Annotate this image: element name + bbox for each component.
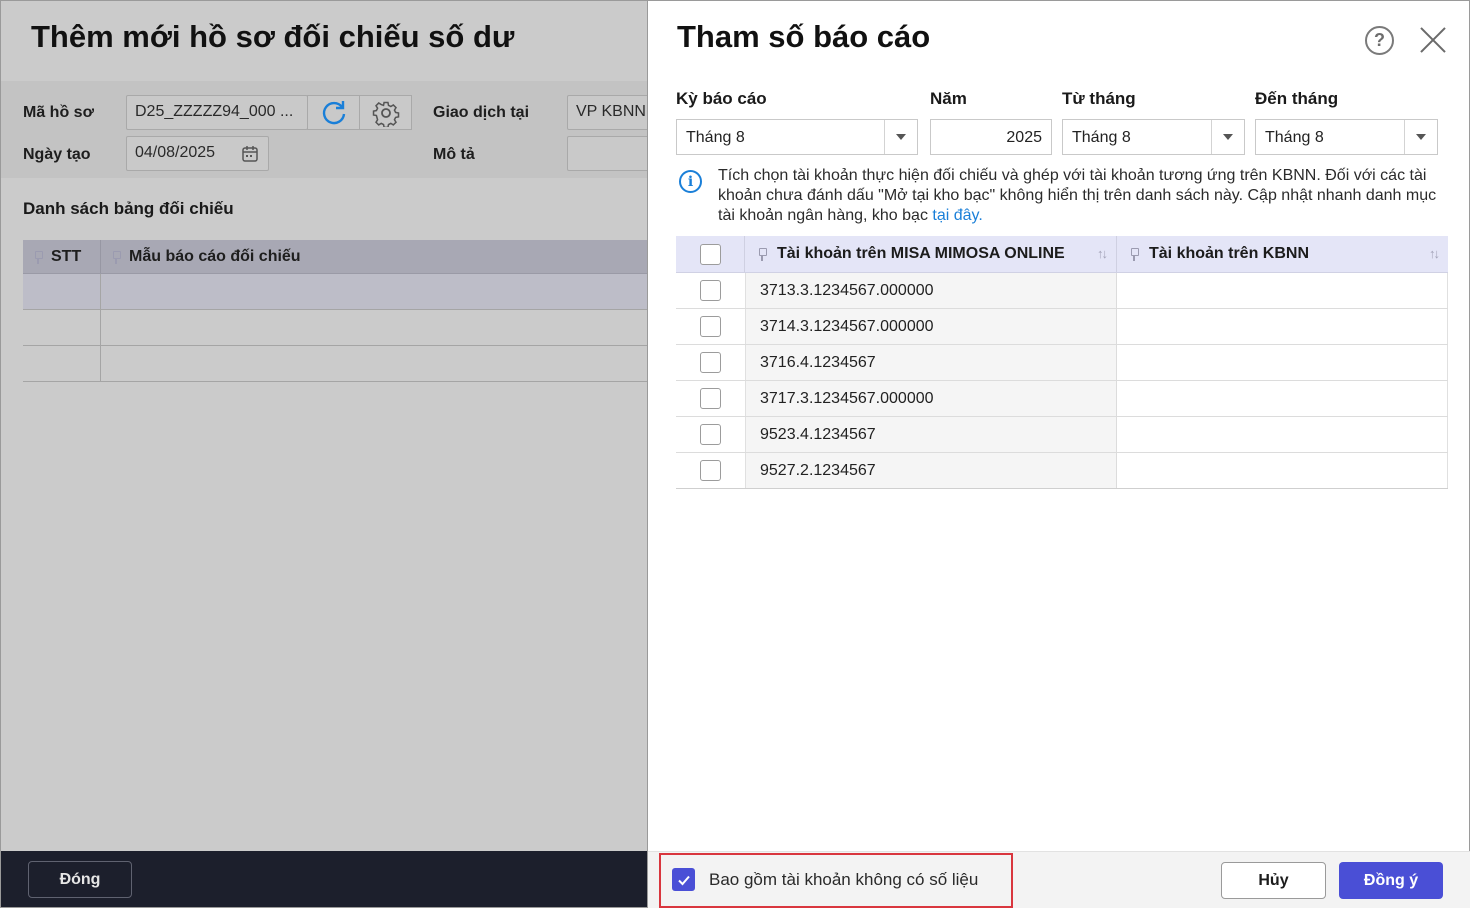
row-checkbox[interactable]: [700, 280, 721, 301]
ky-bao-cao-select[interactable]: Tháng 8: [676, 119, 918, 155]
check-icon: [677, 875, 690, 885]
ngay-tao-label: Ngày tạo: [23, 146, 91, 163]
kbnn-account-cell[interactable]: [1117, 381, 1448, 416]
column-label: Mẫu báo cáo đối chiếu: [129, 247, 301, 265]
drawer-footer: Bao gồm tài khoản không có số liệu Hủy Đ…: [648, 851, 1470, 908]
settings-button[interactable]: [359, 95, 412, 130]
nam-label: Năm: [930, 89, 967, 108]
grid-header: Tài khoản trên MISA MIMOSA ONLINE ↑↓ Tài…: [676, 236, 1448, 273]
gear-icon: [372, 101, 399, 127]
row-checkbox[interactable]: [700, 388, 721, 409]
table-row[interactable]: 3717.3.1234567.000000: [676, 381, 1448, 417]
drawer-title: Tham số báo cáo: [677, 19, 931, 54]
tu-thang-label: Từ tháng: [1062, 89, 1136, 108]
den-thang-select[interactable]: Tháng 8: [1255, 119, 1438, 155]
column-label: Tài khoản trên KBNN: [1149, 245, 1310, 262]
chevron-down-icon[interactable]: [1404, 120, 1437, 154]
kbnn-account-cell[interactable]: [1117, 345, 1448, 380]
pin-icon: [1129, 247, 1139, 261]
pin-icon: [33, 250, 43, 264]
page-title: Thêm mới hồ sơ đối chiếu số dư: [31, 19, 515, 54]
row-checkbox[interactable]: [700, 316, 721, 337]
close-icon[interactable]: [1419, 26, 1447, 54]
table-row[interactable]: 3713.3.1234567.000000: [676, 273, 1448, 309]
table-row[interactable]: 9523.4.1234567: [676, 417, 1448, 453]
section-title: Danh sách bảng đối chiếu: [23, 199, 234, 218]
confirm-button[interactable]: Đồng ý: [1339, 862, 1443, 899]
background-form: Thêm mới hồ sơ đối chiếu số dư Mã hồ sơ …: [0, 0, 648, 908]
tu-thang-select[interactable]: Tháng 8: [1062, 119, 1245, 155]
help-icon[interactable]: ?: [1365, 26, 1394, 55]
ky-bao-cao-value: Tháng 8: [686, 129, 745, 146]
misa-account-cell: 3717.3.1234567.000000: [745, 381, 1117, 416]
den-thang-label: Đến tháng: [1255, 89, 1339, 108]
misa-account-cell: 3714.3.1234567.000000: [745, 309, 1117, 344]
row-checkbox[interactable]: [700, 460, 721, 481]
row-checkbox[interactable]: [700, 352, 721, 373]
sort-icon[interactable]: ↑↓: [1429, 246, 1440, 261]
refresh-button[interactable]: [307, 95, 360, 130]
table-row[interactable]: 3714.3.1234567.000000: [676, 309, 1448, 345]
misa-account-cell: 3716.4.1234567: [745, 345, 1117, 380]
column-header-stt[interactable]: STT: [23, 240, 101, 273]
report-parameters-drawer: Tham số báo cáo ? Kỳ báo cáo Tháng 8 Năm…: [648, 0, 1470, 908]
refresh-icon: [322, 100, 345, 124]
select-all-cell: [676, 236, 745, 272]
ma-ho-so-label: Mã hồ sơ: [23, 104, 94, 121]
table-row[interactable]: [23, 274, 647, 310]
column-header-misa[interactable]: Tài khoản trên MISA MIMOSA ONLINE ↑↓: [745, 236, 1117, 272]
misa-account-cell: 9527.2.1234567: [745, 453, 1117, 488]
giao-dich-label: Giao dịch tại: [433, 104, 530, 121]
kbnn-account-cell[interactable]: [1117, 309, 1448, 344]
column-label: Tài khoản trên MISA MIMOSA ONLINE: [777, 245, 1065, 262]
kbnn-account-cell[interactable]: [1117, 417, 1448, 452]
info-text: Tích chọn tài khoản thực hiện đối chiếu …: [718, 167, 1437, 224]
update-link[interactable]: tại đây.: [932, 207, 982, 224]
chevron-down-icon[interactable]: [884, 120, 917, 154]
pin-icon: [111, 250, 121, 264]
table-row[interactable]: [23, 310, 647, 346]
sort-icon[interactable]: ↑↓: [1097, 246, 1108, 261]
ngay-tao-value: 04/08/2025: [135, 144, 216, 161]
include-empty-accounts-label[interactable]: Bao gồm tài khoản không có số liệu: [709, 870, 978, 890]
mo-ta-input[interactable]: [567, 136, 647, 171]
chevron-down-icon[interactable]: [1211, 120, 1244, 154]
tu-thang-value: Tháng 8: [1072, 129, 1131, 146]
account-grid: Tài khoản trên MISA MIMOSA ONLINE ↑↓ Tài…: [676, 236, 1448, 489]
calendar-icon[interactable]: [241, 145, 259, 163]
nam-input[interactable]: 2025: [930, 119, 1052, 155]
ky-bao-cao-label: Kỳ báo cáo: [676, 89, 767, 108]
table-row[interactable]: 3716.4.1234567: [676, 345, 1448, 381]
cancel-button[interactable]: Hủy: [1221, 862, 1326, 899]
giao-dich-input[interactable]: VP KBNN: [567, 95, 647, 130]
info-message: Tích chọn tài khoản thực hiện đối chiếu …: [718, 166, 1448, 226]
comparison-table: STT Mẫu báo cáo đối chiếu: [23, 240, 647, 382]
include-empty-accounts-checkbox[interactable]: [672, 868, 695, 891]
ma-ho-so-input[interactable]: D25_ZZZZZ94_000 ...: [126, 95, 308, 130]
den-thang-value: Tháng 8: [1265, 129, 1324, 146]
table-row[interactable]: [23, 346, 647, 382]
close-form-button[interactable]: Đóng: [28, 861, 132, 898]
background-footer: Đóng: [1, 851, 647, 907]
select-all-checkbox[interactable]: [699, 243, 721, 265]
kbnn-account-cell[interactable]: [1117, 453, 1448, 488]
info-icon: i: [679, 170, 702, 193]
kbnn-account-cell[interactable]: [1117, 273, 1448, 308]
misa-account-cell: 3713.3.1234567.000000: [745, 273, 1117, 308]
pin-icon: [757, 247, 767, 261]
column-label: STT: [51, 247, 82, 265]
column-header-kbnn[interactable]: Tài khoản trên KBNN ↑↓: [1117, 236, 1448, 272]
form-header-area: Mã hồ sơ D25_ZZZZZ94_000 ... Giao dịch t…: [1, 81, 647, 178]
misa-account-cell: 9523.4.1234567: [745, 417, 1117, 452]
table-row[interactable]: 9527.2.1234567: [676, 453, 1448, 489]
table-header: STT Mẫu báo cáo đối chiếu: [23, 240, 647, 274]
mo-ta-label: Mô tả: [433, 146, 475, 163]
ngay-tao-input[interactable]: 04/08/2025: [126, 136, 269, 171]
column-header-mau-bao-cao[interactable]: Mẫu báo cáo đối chiếu: [101, 240, 301, 273]
row-checkbox[interactable]: [700, 424, 721, 445]
